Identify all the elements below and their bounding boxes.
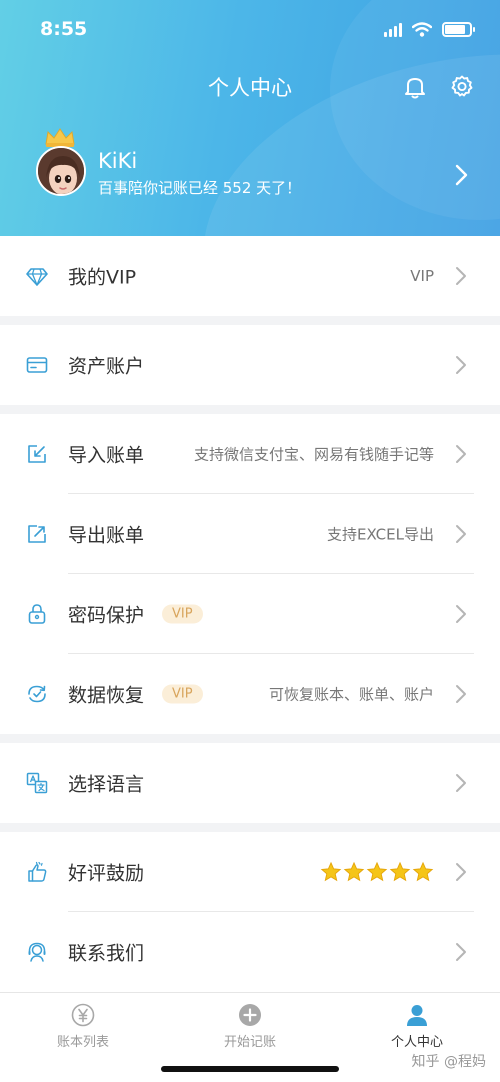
home-indicator[interactable] — [161, 1066, 339, 1072]
language-section: 选择语言 — [0, 743, 500, 823]
menu-item-label: 密码保护 — [68, 604, 145, 627]
menu-item-import[interactable]: 导入账单 支持微信支付宝、网易有钱随手记等 — [0, 414, 500, 494]
tab-profile[interactable]: 个人中心 — [357, 1003, 477, 1050]
tab-start-booking[interactable]: 开始记账 — [190, 1003, 310, 1050]
user-subtitle: 百事陪你记账已经 552 天了！ — [98, 179, 302, 197]
assets-section: 资产账户 — [0, 325, 500, 405]
chevron-right-icon — [456, 943, 466, 961]
chevron-right-icon[interactable] — [454, 164, 470, 186]
status-time: 8:55 — [40, 18, 88, 40]
star-icon — [389, 861, 411, 882]
star-icon — [320, 861, 342, 882]
tab-label: 账本列表 — [56, 1035, 109, 1050]
menu-item-label: 数据恢复 — [68, 684, 145, 707]
menu-item-export[interactable]: 导出账单 支持EXCEL导出 — [0, 494, 500, 574]
menu-item-value: 可恢复账本、账单、账户 — [268, 685, 434, 704]
chevron-right-icon — [456, 356, 466, 374]
menu-item-label: 我的VIP — [68, 266, 137, 289]
chevron-right-icon — [456, 525, 466, 543]
menu-item-label: 选择语言 — [68, 773, 145, 796]
signal-icon — [384, 22, 402, 37]
menu-item-password[interactable]: 密码保护 VIP — [0, 574, 500, 654]
gear-icon[interactable] — [449, 74, 475, 100]
yen-circle-icon — [71, 1003, 95, 1027]
data-section: 导入账单 支持微信支付宝、网易有钱随手记等 导出账单 支持EXCEL导出 密码保… — [0, 414, 500, 734]
avatar-image — [36, 146, 86, 196]
bell-icon[interactable] — [402, 74, 428, 100]
chevron-right-icon — [456, 267, 466, 285]
menu-item-label: 好评鼓励 — [68, 862, 145, 885]
star-icon — [412, 861, 434, 882]
star-icon — [366, 861, 388, 882]
chevron-right-icon — [456, 774, 466, 792]
card-icon — [26, 357, 48, 373]
thumbs-up-icon — [28, 861, 47, 882]
menu-item-vip[interactable]: 我的VIP VIP — [0, 236, 500, 316]
plus-circle-icon — [239, 1004, 261, 1026]
wifi-icon — [412, 22, 432, 37]
menu-item-label: 资产账户 — [68, 355, 145, 378]
diamond-icon — [26, 268, 48, 286]
rating-stars — [320, 861, 434, 883]
menu-item-value: 支持EXCEL导出 — [327, 525, 434, 544]
chevron-right-icon — [456, 605, 466, 623]
translate-icon — [26, 772, 48, 794]
chevron-right-icon — [456, 863, 466, 881]
star-icon — [343, 861, 365, 882]
export-icon — [28, 525, 46, 543]
tab-label: 开始记账 — [223, 1035, 276, 1050]
avatar[interactable] — [36, 128, 86, 198]
battery-icon — [442, 22, 475, 37]
menu-item-rating[interactable]: 好评鼓励 — [0, 832, 500, 912]
menu-item-label: 导入账单 — [68, 444, 145, 467]
profile-header: 8:55 个人中心 KiKi 百事陪你记账已经 552 天了！ — [0, 0, 500, 236]
vip-badge: VIP — [162, 684, 203, 704]
tab-label: 个人中心 — [390, 1035, 443, 1050]
menu-item-value: VIP — [410, 267, 434, 285]
menu-item-recovery[interactable]: 数据恢复 VIP 可恢复账本、账单、账户 — [0, 654, 500, 734]
import-icon — [28, 445, 46, 463]
menu-item-label: 联系我们 — [68, 942, 145, 965]
crown-icon — [45, 128, 75, 147]
menu-item-assets[interactable]: 资产账户 — [0, 325, 500, 405]
menu-item-value: 支持微信支付宝、网易有钱随手记等 — [193, 445, 434, 464]
menu-item-label: 导出账单 — [68, 524, 145, 547]
chevron-right-icon — [456, 445, 466, 463]
watermark: 知乎 @程妈 — [411, 1054, 486, 1070]
tab-ledger-list[interactable]: 账本列表 — [23, 1003, 143, 1050]
vip-section: 我的VIP VIP — [0, 236, 500, 316]
support-section: 好评鼓励 联系我们 — [0, 832, 500, 992]
headset-icon — [28, 942, 46, 962]
recovery-icon — [28, 685, 46, 703]
chevron-right-icon — [456, 685, 466, 703]
vip-badge: VIP — [162, 604, 203, 624]
lock-icon — [28, 604, 46, 624]
person-icon — [407, 1005, 427, 1026]
menu-item-contact[interactable]: 联系我们 — [0, 912, 500, 992]
menu-item-language[interactable]: 选择语言 — [0, 743, 500, 823]
user-name: KiKi — [98, 149, 138, 173]
status-icons — [384, 22, 475, 37]
